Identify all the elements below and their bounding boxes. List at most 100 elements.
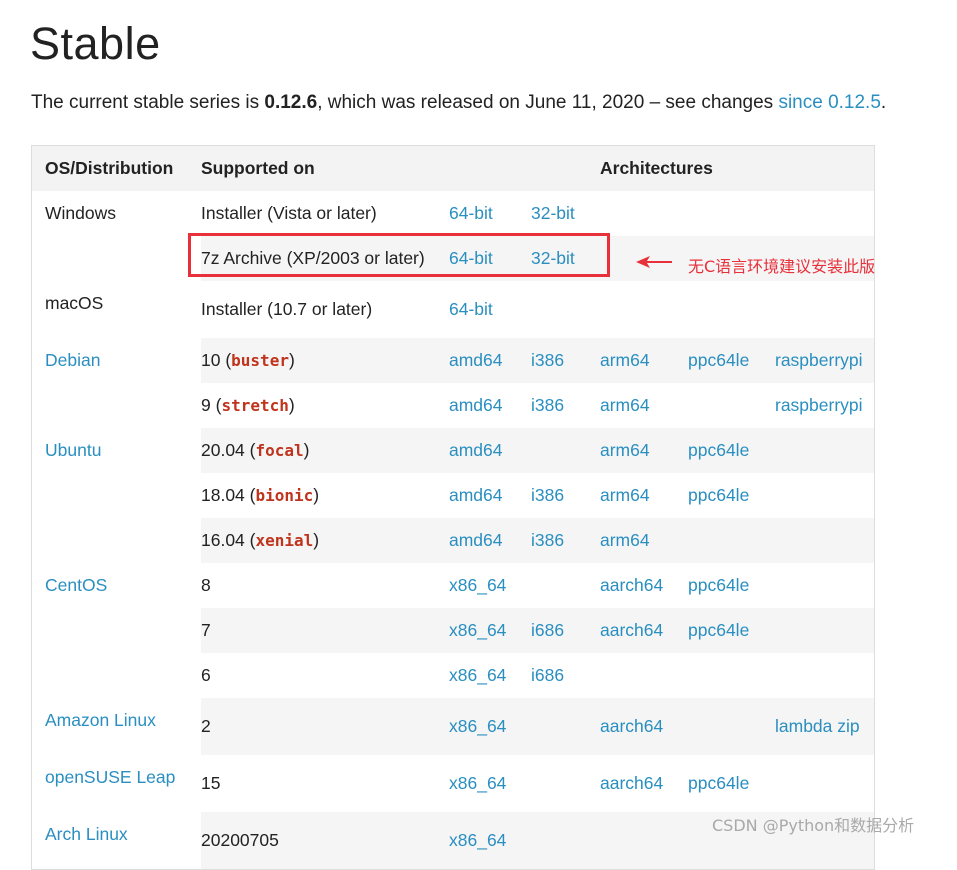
arch-cell bbox=[688, 653, 775, 698]
codename: bionic bbox=[255, 486, 314, 505]
arch-cell: amd64 bbox=[449, 338, 531, 383]
arch-download-link[interactable]: i686 bbox=[531, 665, 564, 685]
arch-download-link[interactable]: aarch64 bbox=[600, 773, 663, 793]
arch-download-link[interactable]: x86_64 bbox=[449, 665, 506, 685]
arch-cell: arm64 bbox=[600, 383, 688, 428]
arch-download-link[interactable]: 32-bit bbox=[531, 203, 575, 223]
arch-download-link[interactable]: ppc64le bbox=[688, 350, 749, 370]
arch-download-link[interactable]: aarch64 bbox=[600, 620, 663, 640]
arch-cell: ppc64le bbox=[688, 338, 775, 383]
os-link[interactable]: Debian bbox=[45, 350, 100, 370]
arch-download-link[interactable]: x86_64 bbox=[449, 830, 506, 850]
arch-download-link[interactable]: 64-bit bbox=[449, 203, 493, 223]
arch-cell: aarch64 bbox=[600, 698, 688, 755]
os-cell: macOS bbox=[31, 281, 201, 338]
codename: focal bbox=[255, 441, 304, 460]
arch-cell: aarch64 bbox=[600, 563, 688, 608]
supported-on-cell: 20200705 bbox=[201, 812, 449, 870]
arch-download-link[interactable]: raspberrypi bbox=[775, 395, 863, 415]
arch-download-link[interactable]: 64-bit bbox=[449, 299, 493, 319]
arch-download-link[interactable]: amd64 bbox=[449, 530, 503, 550]
supported-on-cell: 8 bbox=[201, 563, 449, 608]
arch-download-link[interactable]: i386 bbox=[531, 395, 564, 415]
table-row: openSUSE Leap 15 x86_64 aarch64 ppc64le bbox=[31, 755, 875, 812]
arch-download-link[interactable]: amd64 bbox=[449, 485, 503, 505]
os-link[interactable]: CentOS bbox=[45, 575, 107, 595]
arch-download-link[interactable]: ppc64le bbox=[688, 485, 749, 505]
arch-cell: i386 bbox=[531, 518, 600, 563]
arch-download-link[interactable]: i686 bbox=[531, 620, 564, 640]
version-text: 2 bbox=[201, 716, 211, 736]
arch-download-link[interactable]: arm64 bbox=[600, 440, 650, 460]
arch-download-link[interactable]: x86_64 bbox=[449, 773, 506, 793]
supported-on-cell: 15 bbox=[201, 755, 449, 812]
arch-cell: i386 bbox=[531, 383, 600, 428]
os-cell: Windows bbox=[31, 191, 201, 281]
arch-download-link[interactable]: ppc64le bbox=[688, 620, 749, 640]
arch-download-link[interactable]: arm64 bbox=[600, 530, 650, 550]
arch-download-link[interactable]: x86_64 bbox=[449, 716, 506, 736]
arch-cell: i686 bbox=[531, 608, 600, 653]
supported-on-cell: 20.04 (focal) bbox=[201, 428, 449, 473]
os-link[interactable]: openSUSE Leap bbox=[45, 767, 175, 787]
version-text-close: ) bbox=[303, 440, 310, 460]
arch-download-link[interactable]: i386 bbox=[531, 350, 564, 370]
arch-cell bbox=[688, 281, 775, 338]
arch-download-link[interactable]: i386 bbox=[531, 485, 564, 505]
supported-on-cell: 6 bbox=[201, 653, 449, 698]
version-text-close: ) bbox=[288, 395, 295, 415]
arch-cell bbox=[531, 698, 600, 755]
arch-download-link[interactable]: arm64 bbox=[600, 485, 650, 505]
os-link[interactable]: Ubuntu bbox=[45, 440, 101, 460]
arch-cell: i386 bbox=[531, 473, 600, 518]
arch-cell: aarch64 bbox=[600, 755, 688, 812]
intro-suffix: . bbox=[880, 92, 887, 113]
arch-download-link[interactable]: ppc64le bbox=[688, 575, 749, 595]
arch-cell: ppc64le bbox=[688, 755, 775, 812]
arch-download-link[interactable]: ppc64le bbox=[688, 440, 749, 460]
arch-download-link[interactable]: raspberrypi bbox=[775, 350, 863, 370]
arch-cell: x86_64 bbox=[449, 698, 531, 755]
arch-cell bbox=[775, 653, 875, 698]
arch-download-link[interactable]: ppc64le bbox=[688, 773, 749, 793]
arch-cell: amd64 bbox=[449, 473, 531, 518]
arch-cell: lambda zip bbox=[775, 698, 875, 755]
os-cell: Ubuntu bbox=[31, 428, 201, 563]
supported-on-cell: 18.04 (bionic) bbox=[201, 473, 449, 518]
arch-cell: x86_64 bbox=[449, 812, 531, 870]
arch-cell: ppc64le bbox=[688, 563, 775, 608]
arch-download-link[interactable]: arm64 bbox=[600, 350, 650, 370]
arch-download-link[interactable]: amd64 bbox=[449, 350, 503, 370]
supported-on-cell: 7 bbox=[201, 608, 449, 653]
arch-download-link[interactable]: arm64 bbox=[600, 395, 650, 415]
arch-download-link[interactable]: i386 bbox=[531, 530, 564, 550]
arch-cell bbox=[775, 608, 875, 653]
arch-cell bbox=[688, 191, 775, 236]
arch-download-link[interactable]: x86_64 bbox=[449, 575, 506, 595]
os-link[interactable]: Arch Linux bbox=[45, 824, 128, 844]
arch-cell: amd64 bbox=[449, 383, 531, 428]
arch-download-link[interactable]: aarch64 bbox=[600, 575, 663, 595]
arch-download-link[interactable]: aarch64 bbox=[600, 716, 663, 736]
arch-cell: i386 bbox=[531, 338, 600, 383]
version-text-close: ) bbox=[288, 350, 295, 370]
supported-on-cell: 16.04 (xenial) bbox=[201, 518, 449, 563]
arch-download-link[interactable]: x86_64 bbox=[449, 620, 506, 640]
arch-cell: x86_64 bbox=[449, 608, 531, 653]
arch-cell: aarch64 bbox=[600, 608, 688, 653]
table-row: Ubuntu 20.04 (focal) amd64 arm64 ppc64le bbox=[31, 428, 875, 563]
os-link[interactable]: Amazon Linux bbox=[45, 710, 156, 730]
arch-cell: i686 bbox=[531, 653, 600, 698]
arch-cell bbox=[775, 281, 875, 338]
arch-download-link[interactable]: amd64 bbox=[449, 440, 503, 460]
version-text: 16.04 ( bbox=[201, 530, 256, 550]
os-cell: Arch Linux bbox=[31, 812, 201, 870]
arch-download-link[interactable]: amd64 bbox=[449, 395, 503, 415]
header-architectures: Architectures bbox=[600, 145, 875, 191]
arch-cell: amd64 bbox=[449, 428, 531, 473]
os-cell: openSUSE Leap bbox=[31, 755, 201, 812]
arch-cell bbox=[600, 812, 688, 870]
arch-cell bbox=[531, 755, 600, 812]
arch-download-link[interactable]: lambda zip bbox=[775, 716, 860, 736]
changes-link[interactable]: since 0.12.5 bbox=[778, 92, 880, 113]
